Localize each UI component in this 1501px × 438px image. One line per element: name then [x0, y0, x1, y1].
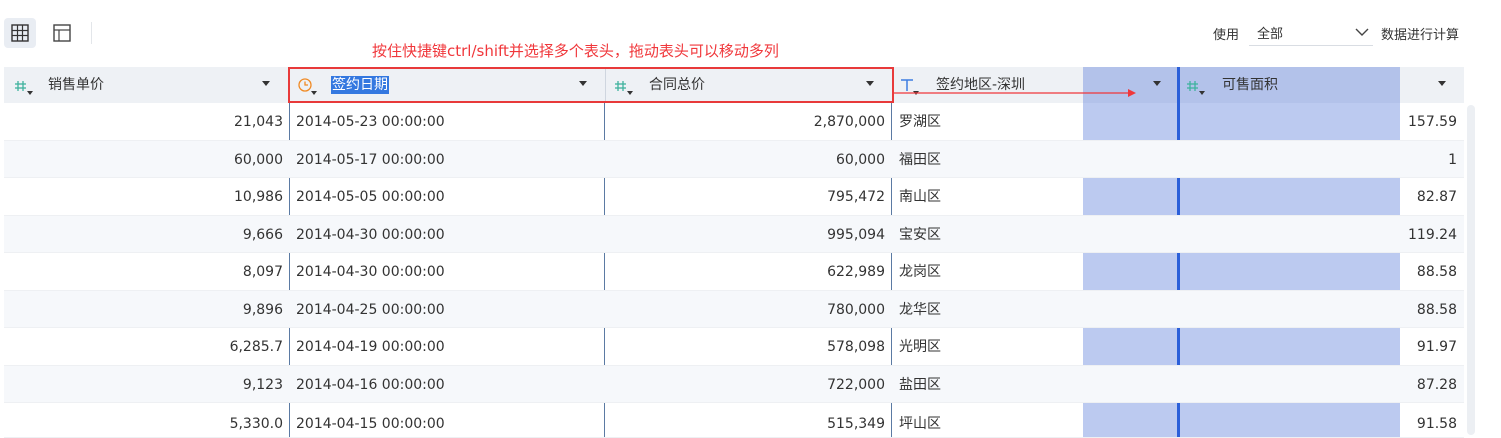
layout-view-button[interactable] [46, 18, 78, 48]
table-row[interactable]: 8,097 2014-04-30 00:00:00 622,989 龙岗区 88.58 [4, 253, 1464, 291]
tip-annotation: 按住快捷键ctrl/shift并选择多个表头，拖动表头可以移动多列 [372, 42, 779, 60]
cell-area: 157.59 [1408, 114, 1457, 130]
cell-price: 10,986 [234, 189, 283, 205]
table-row[interactable]: 9,896 2014-04-25 00:00:00 780,000 龙华区 88.58 [4, 290, 1464, 328]
cell-region: 福田区 [899, 151, 941, 168]
cell-date: 2014-05-17 00:00:00 [296, 151, 445, 168]
cell-total: 2,870,000 [813, 114, 885, 130]
column-header-label: 签约日期 [331, 76, 389, 94]
cell-date: 2014-04-30 00:00:00 [296, 264, 445, 280]
table-row[interactable]: 6,285.7 2014-04-19 00:00:00 578,098 光明区 91.9… [4, 328, 1464, 366]
cell-price: 60,000 [234, 151, 283, 168]
cell-total: 995,094 [827, 226, 885, 243]
use-label: 使用 [1213, 28, 1240, 43]
drag-arrow-icon [892, 89, 1136, 97]
cell-area: 88.58 [1416, 264, 1457, 280]
cell-price: 8,097 [242, 264, 283, 280]
cell-total: 780,000 [827, 301, 885, 318]
header-divider [605, 69, 606, 101]
cell-area: 91.97 [1416, 339, 1457, 355]
column-header-date[interactable]: 签约日期 合同总价 [288, 67, 894, 103]
table-row[interactable]: 9,666 2014-04-30 00:00:00 995,094 宝安区 119.24 [4, 215, 1464, 253]
number-type-icon [15, 81, 33, 95]
cell-area: 82.87 [1416, 189, 1457, 205]
cell-price: 9,123 [242, 376, 283, 393]
table-row[interactable]: 21,043 2014-05-23 00:00:00 2,870,000 罗湖区 157… [4, 103, 1464, 141]
cell-total: 578,098 [827, 339, 885, 355]
cell-date: 2014-04-16 00:00:00 [296, 376, 445, 393]
cell-region: 南山区 [899, 189, 941, 205]
table-view-button[interactable] [4, 18, 36, 48]
cell-price: 21,043 [234, 114, 283, 130]
chevron-down-icon [1355, 28, 1369, 36]
cell-area: 87.28 [1416, 376, 1457, 393]
scope-select-value: 全部 [1257, 26, 1284, 42]
cell-region: 龙华区 [899, 301, 941, 318]
toolbar-divider [91, 22, 92, 44]
table-row-partial: 5,330.0 2014-04-15 00:00:00 515,349 坪山区 … [4, 404, 1464, 438]
cell-total: 60,000 [836, 151, 885, 168]
cell-region: 龙岗区 [899, 264, 941, 280]
cell-region: 宝安区 [899, 226, 941, 243]
table-row[interactable]: 9,123 2014-04-16 00:00:00 722,000 盐田区 87.28 [4, 365, 1464, 403]
cell-total: 795,472 [827, 189, 885, 205]
column-header-area[interactable]: 可售面积 [1180, 67, 1464, 103]
caret-down-icon[interactable] [579, 81, 587, 86]
cell-area: 1 [1448, 151, 1457, 168]
column-header-price[interactable]: 销售单价 [4, 67, 289, 103]
vertical-scrollbar[interactable] [1467, 105, 1475, 435]
cell-price: 9,896 [242, 301, 283, 318]
cell-date: 2014-05-23 00:00:00 [296, 114, 445, 130]
number-type-icon [615, 81, 633, 95]
cell-date: 2014-05-05 00:00:00 [296, 189, 445, 205]
cell-date: 2014-04-25 00:00:00 [296, 301, 445, 318]
column-header-label: 合同总价 [649, 77, 705, 93]
cell-price: 6,285.7 [229, 339, 283, 355]
cell-area: 88.58 [1416, 301, 1457, 318]
table-row[interactable]: 60,000 2014-05-17 00:00:00 60,000 福田区 1 [4, 140, 1464, 178]
table-row[interactable]: 10,986 2014-05-05 00:00:00 795,472 南山区 82.87 [4, 178, 1464, 216]
caret-down-icon[interactable] [1153, 81, 1161, 86]
cell-total: 622,989 [827, 264, 885, 280]
caret-down-icon[interactable] [1438, 81, 1446, 86]
clock-type-icon [298, 78, 317, 95]
calc-label: 数据进行计算 [1381, 28, 1460, 43]
cell-price: 9,666 [242, 226, 283, 243]
layout-icon [53, 24, 71, 42]
caret-down-icon[interactable] [262, 81, 270, 86]
cell-date: 2014-04-30 00:00:00 [296, 226, 445, 243]
cell-total: 722,000 [827, 376, 885, 393]
cell-region: 光明区 [899, 339, 941, 355]
cell-region: 盐田区 [899, 376, 941, 393]
cell-region: 罗湖区 [899, 114, 941, 130]
cell-area: 119.24 [1408, 226, 1457, 243]
number-type-icon [1187, 81, 1205, 95]
grid-icon [11, 24, 29, 42]
column-header-label: 可售面积 [1222, 77, 1278, 93]
column-header-label: 销售单价 [48, 77, 104, 93]
cell-date: 2014-04-19 00:00:00 [296, 339, 445, 355]
scope-select[interactable]: 全部 [1249, 19, 1373, 46]
caret-down-icon[interactable] [866, 81, 874, 86]
